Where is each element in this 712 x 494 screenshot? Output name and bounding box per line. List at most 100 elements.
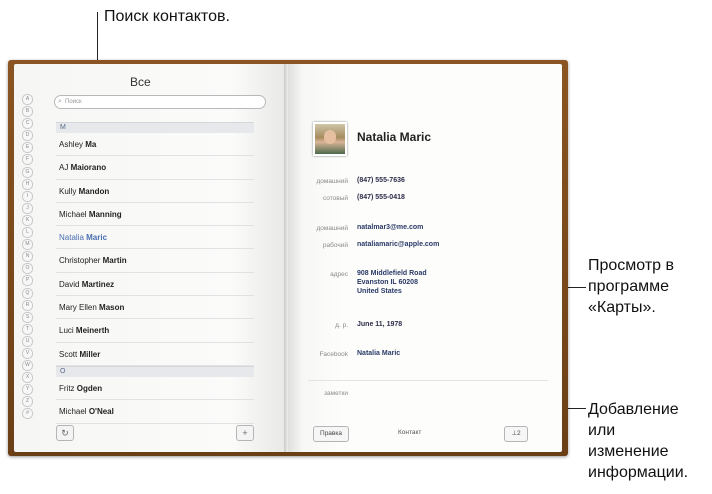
footer-title: Контакт	[398, 429, 422, 436]
contact-row[interactable]: Luci Meinerth	[56, 319, 254, 343]
facebook-label: Facebook	[319, 351, 348, 358]
contact-last-name: Ogden	[76, 383, 103, 393]
refresh-icon: ↻	[61, 428, 69, 438]
edit-button[interactable]: Правка	[313, 426, 349, 442]
index-letter[interactable]: W	[22, 360, 33, 372]
index-letter[interactable]: Q	[22, 287, 33, 299]
alphabet-index[interactable]: A B C D E F G H I J K L M N O P Q R S T U V W X Y Z #	[22, 94, 33, 421]
search-icon: ⌕	[58, 98, 62, 105]
index-letter[interactable]: A	[22, 94, 33, 105]
address-line-1[interactable]: 908 Middlefield Road	[357, 270, 427, 277]
index-letter[interactable]: B	[22, 106, 33, 118]
birthday-label: д. р.	[335, 322, 348, 329]
callout-search: Поиск контактов.	[104, 8, 230, 25]
work-email-value[interactable]: nataliamaric@apple.com	[357, 241, 439, 248]
contact-last-name: Miller	[79, 349, 101, 359]
contact-last-name: Ma	[85, 140, 97, 149]
index-letter[interactable]: G	[22, 166, 33, 178]
contact-last-name: Mandon	[78, 186, 110, 196]
section-header-m: M	[56, 122, 254, 133]
index-letter[interactable]: J	[22, 202, 33, 214]
index-letter[interactable]: R	[22, 299, 33, 311]
index-letter[interactable]: H	[22, 178, 33, 190]
home-phone-label: домашний	[316, 178, 348, 185]
contact-first-name: Michael	[59, 209, 87, 219]
contact-last-name: Maric	[86, 233, 108, 243]
contact-last-name: Meinerth	[75, 326, 110, 336]
share-contact-button[interactable]: ⊥2	[504, 426, 528, 442]
callout-edit-line-1: Добавление	[588, 401, 679, 418]
contact-last-name: O'Neal	[88, 407, 114, 417]
book-spine	[284, 64, 288, 452]
contact-row[interactable]: Fritz Ogden	[56, 377, 254, 401]
contact-first-name: Luci	[59, 326, 74, 336]
index-letter[interactable]: S	[22, 311, 33, 323]
contact-row[interactable]: Kully Mandon	[56, 180, 254, 203]
home-phone-value[interactable]: (847) 555-7636	[357, 177, 405, 184]
index-letter[interactable]: #	[22, 408, 33, 420]
index-letter[interactable]: U	[22, 335, 33, 347]
index-letter[interactable]: D	[22, 130, 33, 142]
contact-row[interactable]: David Martinez	[56, 273, 254, 297]
index-letter[interactable]: L	[22, 227, 33, 239]
index-letter[interactable]: P	[22, 275, 33, 287]
page-title: Все	[130, 75, 151, 89]
callout-edit-line-4: информации.	[588, 464, 689, 481]
index-letter[interactable]: F	[22, 154, 33, 166]
search-placeholder: Поиск	[65, 99, 82, 105]
index-letter[interactable]: Y	[22, 384, 33, 396]
contact-first-name: Mary Ellen	[59, 303, 97, 313]
contact-first-name: Natalia	[59, 233, 84, 243]
callout-edit-line-3: изменение	[588, 443, 669, 460]
contact-row[interactable]: Ashley Ma	[56, 133, 254, 157]
contact-first-name: Scott	[59, 349, 78, 359]
avatar	[313, 122, 347, 156]
section-header-o: O	[56, 365, 254, 377]
contact-first-name: Kully	[59, 186, 77, 196]
index-letter[interactable]: T	[22, 323, 33, 335]
mobile-value[interactable]: (847) 555-0418	[357, 194, 405, 201]
add-contact-button[interactable]: +	[236, 425, 254, 441]
contact-row[interactable]: AJ Maiorano	[56, 156, 254, 180]
index-letter[interactable]: E	[22, 142, 33, 154]
home-email-label: домашний	[316, 225, 348, 232]
search-input[interactable]: ⌕ Поиск	[54, 95, 266, 109]
contact-row[interactable]: Scott Miller	[56, 343, 254, 366]
divider	[308, 380, 548, 381]
contact-last-name: Mason	[99, 303, 125, 313]
contact-last-name: Manning	[88, 209, 122, 219]
contact-row[interactable]: Michael Manning	[56, 203, 254, 227]
index-letter[interactable]: K	[22, 214, 33, 226]
address-line-3[interactable]: United States	[357, 288, 402, 295]
callout-edit-line-2: или	[588, 422, 616, 439]
home-email-value[interactable]: natalmar3@me.com	[357, 224, 423, 231]
contact-name: Natalia Maric	[357, 130, 432, 144]
address-line-2[interactable]: Evanston IL 60208	[357, 279, 418, 286]
contact-first-name: David	[59, 279, 80, 289]
index-letter[interactable]: I	[22, 190, 33, 202]
contact-row[interactable]: Christopher Martin	[56, 249, 254, 273]
contact-first-name: Christopher	[59, 256, 101, 266]
refresh-button[interactable]: ↻	[56, 425, 74, 441]
index-letter[interactable]: Z	[22, 396, 33, 408]
mobile-label: сотовый	[322, 195, 348, 202]
index-letter[interactable]: V	[22, 347, 33, 359]
facebook-value[interactable]: Natalia Maric	[357, 350, 400, 357]
work-email-label: рабочий	[322, 242, 348, 249]
index-letter[interactable]: C	[22, 118, 33, 130]
contact-row[interactable]: Michael O'Neal	[56, 400, 254, 424]
contact-first-name: Fritz	[59, 383, 75, 393]
contact-row[interactable]: Mary Ellen Mason	[56, 296, 254, 320]
callout-maps-line-3: «Карты».	[588, 299, 656, 316]
contact-last-name: Martin	[102, 256, 127, 266]
contact-row[interactable]: Natalia Maric	[56, 226, 254, 250]
notes-label: заметки	[324, 390, 348, 397]
contact-first-name: Michael	[59, 407, 87, 417]
callout-maps-line-1: Просмотр в	[588, 257, 675, 274]
contact-first-name: AJ	[59, 163, 69, 173]
contact-first-name: Ashley	[59, 140, 84, 149]
index-letter[interactable]: N	[22, 251, 33, 263]
index-letter[interactable]: O	[22, 263, 33, 275]
index-letter[interactable]: X	[22, 372, 33, 384]
index-letter[interactable]: M	[22, 239, 33, 251]
